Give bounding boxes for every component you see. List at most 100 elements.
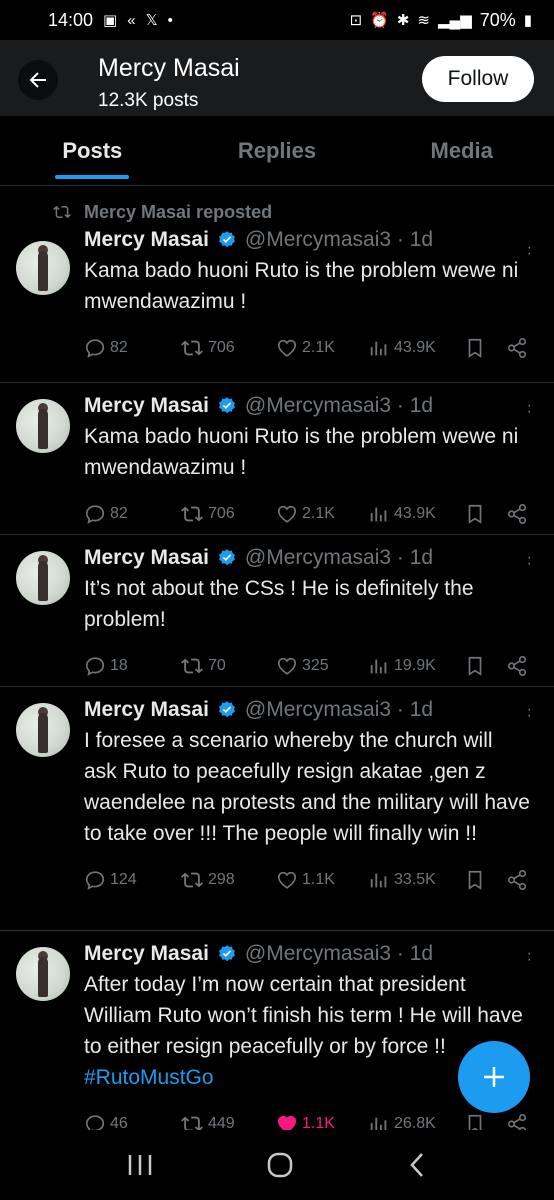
tweet[interactable]: Mercy Masai @Mercymasai3 · 1d · · It’s no… <box>0 535 554 687</box>
views-icon <box>370 873 387 888</box>
tab-posts[interactable]: Posts <box>0 116 185 185</box>
tweet-actions: 82 706 2.1K 43.9K <box>84 325 530 371</box>
share-icon <box>507 504 527 524</box>
reply-icon <box>85 339 105 358</box>
status-bar: 14:00 ▣ « 𝕏 • ⊡ ⏰ ✱ ≋ ▂▄▆ 70% ▮ <box>0 0 554 40</box>
avatar[interactable] <box>16 947 70 1001</box>
system-back-icon[interactable] <box>405 1150 429 1180</box>
tweet-meta: Mercy Masai @Mercymasai3 · 1d <box>84 225 530 255</box>
compose-button[interactable] <box>458 1041 530 1113</box>
avatar[interactable] <box>16 551 70 605</box>
like-count: 325 <box>302 657 329 674</box>
views-button[interactable]: 19.9K <box>368 655 464 677</box>
recent-apps-icon[interactable] <box>125 1152 155 1178</box>
bookmark-icon <box>468 504 482 524</box>
battery-icon: ▮ <box>523 11 532 29</box>
tab-replies[interactable]: Replies <box>185 116 370 185</box>
reply-button[interactable]: 124 <box>84 869 180 891</box>
follow-button[interactable]: Follow <box>422 56 534 102</box>
author-name[interactable]: Mercy Masai <box>84 546 209 570</box>
like-count: 2.1K <box>302 339 335 356</box>
author-handle: @Mercymasai3 · 1d <box>244 394 434 417</box>
like-button[interactable]: 2.1K <box>276 503 368 525</box>
bookmark-icon <box>468 870 482 890</box>
tab-label: Media <box>430 138 493 163</box>
profile-name: Mercy Masai <box>98 54 240 82</box>
repost-button[interactable]: 706 <box>180 503 276 525</box>
verified-badge-icon <box>218 701 235 718</box>
views-button[interactable]: 43.9K <box>368 503 464 525</box>
repost-icon <box>181 872 203 888</box>
verified-badge-icon <box>218 549 235 566</box>
dot-notification-icon: • <box>167 11 173 29</box>
repost-button[interactable]: 298 <box>180 869 276 891</box>
back-button[interactable] <box>18 60 58 100</box>
author-name[interactable]: Mercy Masai <box>84 228 209 252</box>
reply-button[interactable]: 82 <box>84 337 180 359</box>
alarm-icon: ⏰ <box>370 11 389 29</box>
reply-icon <box>85 505 105 524</box>
views-count: 33.5K <box>394 871 436 888</box>
more-icon[interactable]: · · <box>527 702 532 724</box>
share-button[interactable] <box>506 869 528 891</box>
bookmark-button[interactable] <box>464 869 506 891</box>
signal-icon: ▂▄▆ <box>438 11 472 29</box>
gallery-notification-icon: ▣ <box>103 11 118 29</box>
repost-count: 706 <box>208 339 235 356</box>
author-handle: @Mercymasai3 · 1d <box>244 546 434 569</box>
profile-header: Mercy Masai 12.3K posts Follow <box>0 40 554 116</box>
more-icon[interactable]: · · <box>527 398 532 420</box>
avatar[interactable] <box>16 703 70 757</box>
like-button[interactable]: 325 <box>276 655 368 677</box>
tweet[interactable]: Mercy Masai @Mercymasai3 · 1d · · I fores… <box>0 687 554 931</box>
like-count: 2.1K <box>302 505 335 522</box>
views-count: 43.9K <box>394 339 436 356</box>
bluetooth-icon: ✱ <box>396 11 410 29</box>
reply-button[interactable]: 82 <box>84 503 180 525</box>
more-icon[interactable]: · · <box>527 550 532 572</box>
home-icon[interactable] <box>265 1150 295 1180</box>
tweet-meta: Mercy Masai @Mercymasai3 · 1d <box>84 695 530 725</box>
posts-count: 12.3K posts <box>98 90 199 111</box>
author-name[interactable]: Mercy Masai <box>84 942 209 966</box>
views-button[interactable]: 33.5K <box>368 869 464 891</box>
share-button[interactable] <box>506 503 528 525</box>
bookmark-button[interactable] <box>464 655 506 677</box>
tweet-text-body: After today I’m now certain that preside… <box>84 973 523 1058</box>
avatar[interactable] <box>16 399 70 453</box>
views-button[interactable]: 43.9K <box>368 337 464 359</box>
like-count: 1.1K <box>302 871 335 888</box>
like-button[interactable]: 2.1K <box>276 337 368 359</box>
avatar[interactable] <box>16 241 70 295</box>
share-button[interactable] <box>506 655 528 677</box>
more-icon[interactable]: · · <box>527 240 532 262</box>
bookmark-button[interactable] <box>464 503 506 525</box>
views-icon <box>370 507 387 522</box>
share-icon <box>507 870 527 890</box>
share-button[interactable] <box>506 337 528 359</box>
verified-badge-icon <box>218 397 235 414</box>
tab-media[interactable]: Media <box>369 116 554 185</box>
tweet-meta: Mercy Masai @Mercymasai3 · 1d <box>84 391 530 421</box>
repost-icon <box>181 506 203 522</box>
repost-label: Mercy Masai reposted <box>84 201 273 222</box>
tweet[interactable]: Mercy Masai @Mercymasai3 · 1d · · Kama ba… <box>0 383 554 535</box>
author-handle: @Mercymasai3 · 1d <box>244 942 434 965</box>
timeline-feed: Mercy Masai reposted Mercy Masai @Mercym… <box>0 187 554 1145</box>
tweet-actions: 124 298 1.1K 33.5K <box>84 857 530 903</box>
like-button[interactable]: 1.1K <box>276 869 368 891</box>
repost-button[interactable]: 70 <box>180 655 276 677</box>
more-icon[interactable]: · · <box>527 946 532 968</box>
author-name[interactable]: Mercy Masai <box>84 394 209 418</box>
repost-button[interactable]: 706 <box>180 337 276 359</box>
hashtag-link[interactable]: #RutoMustGo <box>84 1066 214 1089</box>
author-name[interactable]: Mercy Masai <box>84 698 209 722</box>
tweet-text: I foresee a scenario whereby the church … <box>84 729 530 845</box>
bookmark-icon <box>468 656 482 676</box>
like-icon <box>277 505 297 523</box>
bookmark-button[interactable] <box>464 337 506 359</box>
tweet[interactable]: Mercy Masai reposted Mercy Masai @Mercym… <box>0 187 554 383</box>
reply-button[interactable]: 18 <box>84 655 180 677</box>
sync-notification-icon: « <box>127 11 136 29</box>
tweet[interactable]: Mercy Masai @Mercymasai3 · 1d · · After t… <box>0 931 554 1145</box>
